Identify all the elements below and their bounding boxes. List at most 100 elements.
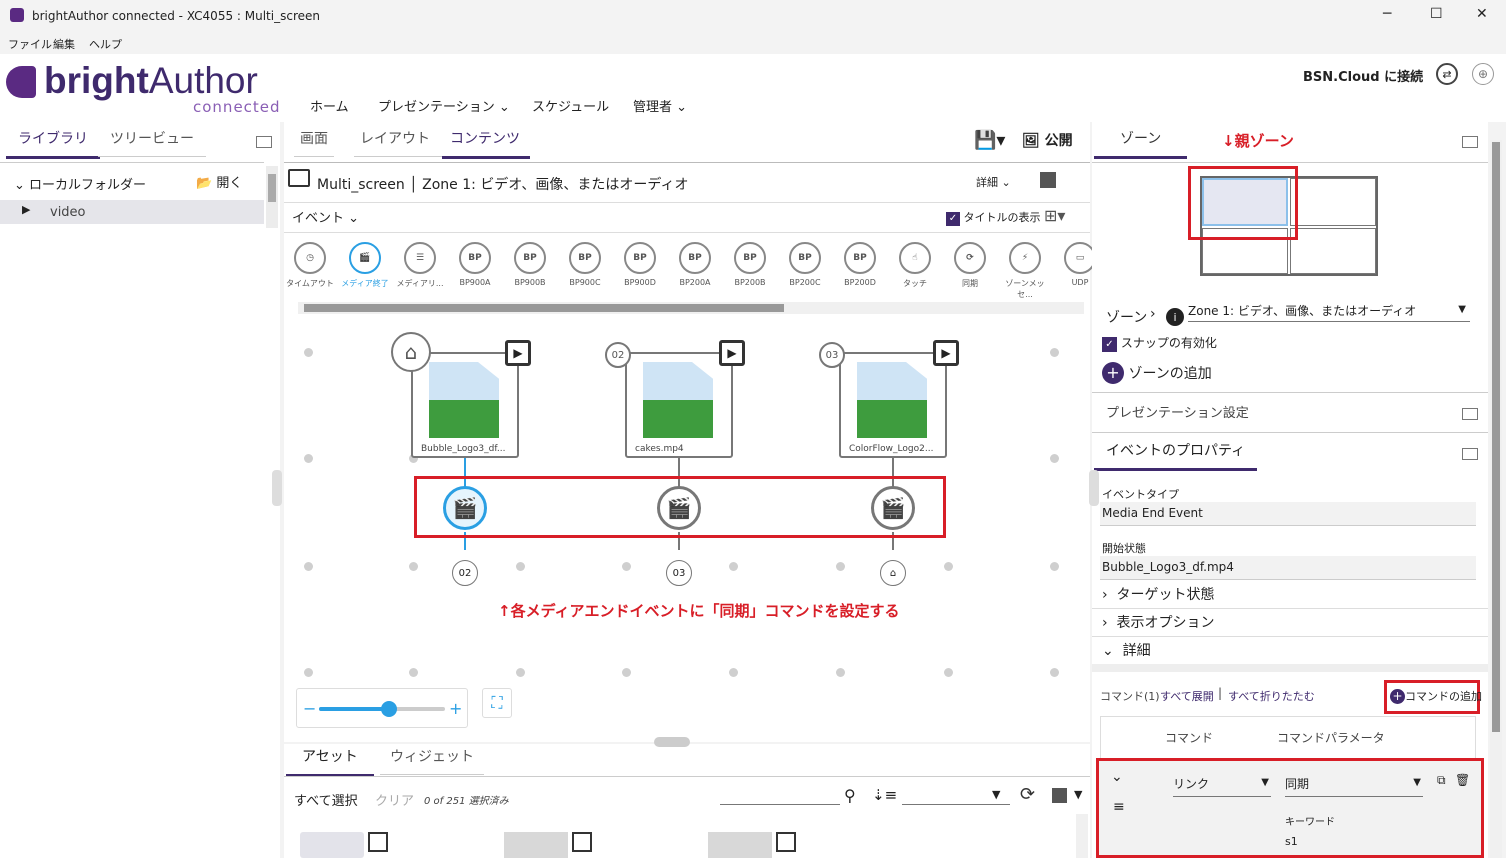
panel-expand-icon[interactable]	[1462, 448, 1478, 460]
left-resize-handle[interactable]	[272, 470, 282, 506]
publish-button[interactable]: 🖼 公開	[1022, 130, 1073, 150]
event-tool-1[interactable]: 🎬 メディア終了	[339, 242, 391, 289]
events-dropdown[interactable]: イベント ⌄	[292, 207, 359, 226]
tab-content[interactable]: コンテンツ	[442, 128, 530, 159]
search-input[interactable]	[720, 804, 840, 805]
clear-button[interactable]: クリア	[375, 790, 414, 809]
zone-select[interactable]: Zone 1: ビデオ、画像、またはオーディオ ▼	[1188, 302, 1470, 322]
event-tool-9[interactable]: BP BP200C	[779, 242, 831, 287]
play-icon[interactable]: ▶	[719, 340, 745, 366]
event-tool-7[interactable]: BP BP200A	[669, 242, 721, 287]
event-tool-2[interactable]: ☰ メディアリ...	[394, 242, 446, 289]
zoom-in-icon[interactable]: +	[449, 699, 462, 718]
asset-thumb[interactable]	[504, 832, 568, 858]
snap-checkbox[interactable]: ✓ スナップの有効化	[1102, 334, 1217, 352]
drag-handle-icon[interactable]: ≡	[1113, 799, 1125, 815]
add-zone-button[interactable]: + ゾーンの追加	[1102, 362, 1212, 384]
bsn-connect[interactable]: BSN.Cloud に接続	[1303, 66, 1423, 85]
nav-admin[interactable]: 管理者 ⌄	[633, 96, 687, 115]
event-tool-6[interactable]: BP BP900D	[614, 242, 666, 287]
close-button[interactable]: ✕	[1476, 6, 1488, 22]
event-properties-header[interactable]: イベントのプロパティ	[1094, 440, 1258, 471]
play-icon[interactable]: ▶	[933, 340, 959, 366]
save-icon[interactable]: 💾▾	[974, 130, 1005, 151]
maximize-button[interactable]: ☐	[1430, 6, 1443, 22]
local-folder[interactable]: ⌄ ローカルフォルダー	[14, 174, 146, 193]
event-tool-11[interactable]: ☝ タッチ	[889, 242, 941, 289]
nav-presentation[interactable]: プレゼンテーション ⌄	[378, 96, 510, 115]
tab-layout[interactable]: レイアウト	[354, 128, 442, 157]
target-state-section[interactable]: › ターゲット状態	[1102, 584, 1215, 604]
menu-file[interactable]: ファイル	[8, 36, 52, 52]
chevron-down-icon[interactable]: ▼	[1074, 788, 1082, 801]
scrollbar[interactable]	[1076, 814, 1088, 858]
details-section[interactable]: ⌄ 詳細	[1102, 640, 1151, 660]
zone-2-preview[interactable]	[1290, 178, 1376, 226]
refresh-icon[interactable]: ⟳	[1020, 784, 1035, 805]
scrollbar[interactable]	[266, 166, 278, 228]
nav-schedule[interactable]: スケジュール	[532, 96, 609, 115]
nav-home[interactable]: ホーム	[310, 96, 349, 115]
menu-edit[interactable]: 編集	[53, 36, 75, 52]
add-command-button[interactable]: + コマンドの追加	[1390, 688, 1482, 704]
color-square-icon[interactable]	[1052, 788, 1067, 803]
trash-icon[interactable]: 🗑	[1455, 773, 1470, 787]
show-title-checkbox[interactable]: ✓ タイトルの表示	[946, 209, 1041, 226]
event-tool-12[interactable]: ⟳ 同期	[944, 242, 996, 289]
zoom-out-icon[interactable]: −	[303, 699, 316, 718]
chevron-down-icon[interactable]: ▼	[992, 788, 1000, 801]
event-tool-0[interactable]: ◷ タイムアウト	[284, 242, 336, 289]
event-tool-10[interactable]: BP BP200D	[834, 242, 886, 287]
tab-treeview[interactable]: ツリービュー	[98, 128, 206, 157]
target-state-badge[interactable]: ⌂	[880, 560, 906, 586]
horizontal-scrollbar[interactable]	[298, 302, 1084, 314]
target-state-badge[interactable]: 02	[452, 560, 478, 586]
display-options-section[interactable]: › 表示オプション	[1102, 612, 1215, 632]
resize-handle[interactable]	[654, 737, 690, 747]
command-row[interactable]: ⌄ ≡ リンク ▼ 同期 ▼ ⧉ 🗑 キーワード s1	[1096, 758, 1484, 858]
panel-expand-icon[interactable]	[1462, 408, 1478, 420]
media-state-card[interactable]: ColorFlow_Logo2...	[839, 352, 947, 458]
sort-dropdown[interactable]	[902, 804, 1010, 805]
copy-icon[interactable]: ⧉	[1437, 773, 1446, 788]
zone-4-preview[interactable]	[1290, 228, 1376, 274]
color-square-icon[interactable]	[1040, 172, 1056, 188]
tab-zone[interactable]: ゾーン	[1094, 128, 1188, 159]
minimize-button[interactable]: ─	[1383, 6, 1391, 22]
sort-icon[interactable]: ⇣≡	[872, 786, 897, 804]
presentation-settings[interactable]: プレゼンテーション設定	[1106, 402, 1249, 421]
grid-icon[interactable]: ⊞▾	[1044, 206, 1065, 225]
event-tool-4[interactable]: BP BP900B	[504, 242, 556, 287]
list-item[interactable]: ▶ video	[0, 200, 264, 224]
chevron-down-icon[interactable]: ⌄	[1111, 769, 1123, 785]
expand-all-link[interactable]: すべて展開	[1160, 688, 1214, 704]
event-canvas[interactable]: Bubble_Logo3_df... ⌂ ▶ 🎬 02 cakes.mp4 02 ▶ 🎬 03 Co…	[284, 318, 1090, 738]
command-param-select[interactable]: 同期 ▼	[1285, 775, 1423, 797]
panel-expand-icon[interactable]	[256, 136, 272, 148]
search-icon[interactable]: ⚲	[844, 786, 856, 805]
zoom-slider-thumb[interactable]	[381, 701, 397, 717]
right-resize-handle[interactable]	[1089, 470, 1099, 506]
target-state-badge[interactable]: 03	[666, 560, 692, 586]
globe-icon[interactable]: ⊕	[1472, 63, 1494, 85]
tab-screen[interactable]: 画面	[294, 128, 334, 157]
asset-thumb[interactable]	[708, 832, 772, 858]
sync-icon[interactable]: ⇄	[1436, 63, 1458, 85]
fit-screen-icon[interactable]: ⛶	[482, 688, 512, 718]
right-scrollbar[interactable]	[1490, 140, 1502, 858]
command-select[interactable]: リンク ▼	[1173, 775, 1271, 797]
panel-expand-icon[interactable]	[1462, 136, 1478, 148]
event-tool-3[interactable]: BP BP900A	[449, 242, 501, 287]
event-tool-8[interactable]: BP BP200B	[724, 242, 776, 287]
asset-thumb[interactable]	[300, 832, 364, 858]
keyword-value[interactable]: s1	[1285, 835, 1298, 848]
select-all-button[interactable]: すべて選択	[294, 790, 358, 809]
detail-dropdown[interactable]: 詳細 ⌄	[976, 174, 1011, 190]
tab-widgets[interactable]: ウィジェット	[380, 746, 484, 775]
info-icon[interactable]: i	[1166, 308, 1184, 326]
tab-assets[interactable]: アセット	[286, 746, 374, 777]
collapse-all-link[interactable]: すべて折りたたむ	[1228, 688, 1315, 704]
play-icon[interactable]: ▶	[505, 340, 531, 366]
menu-help[interactable]: ヘルプ	[89, 36, 122, 52]
event-tool-13[interactable]: ⚡ ゾーンメッセ...	[999, 242, 1051, 300]
